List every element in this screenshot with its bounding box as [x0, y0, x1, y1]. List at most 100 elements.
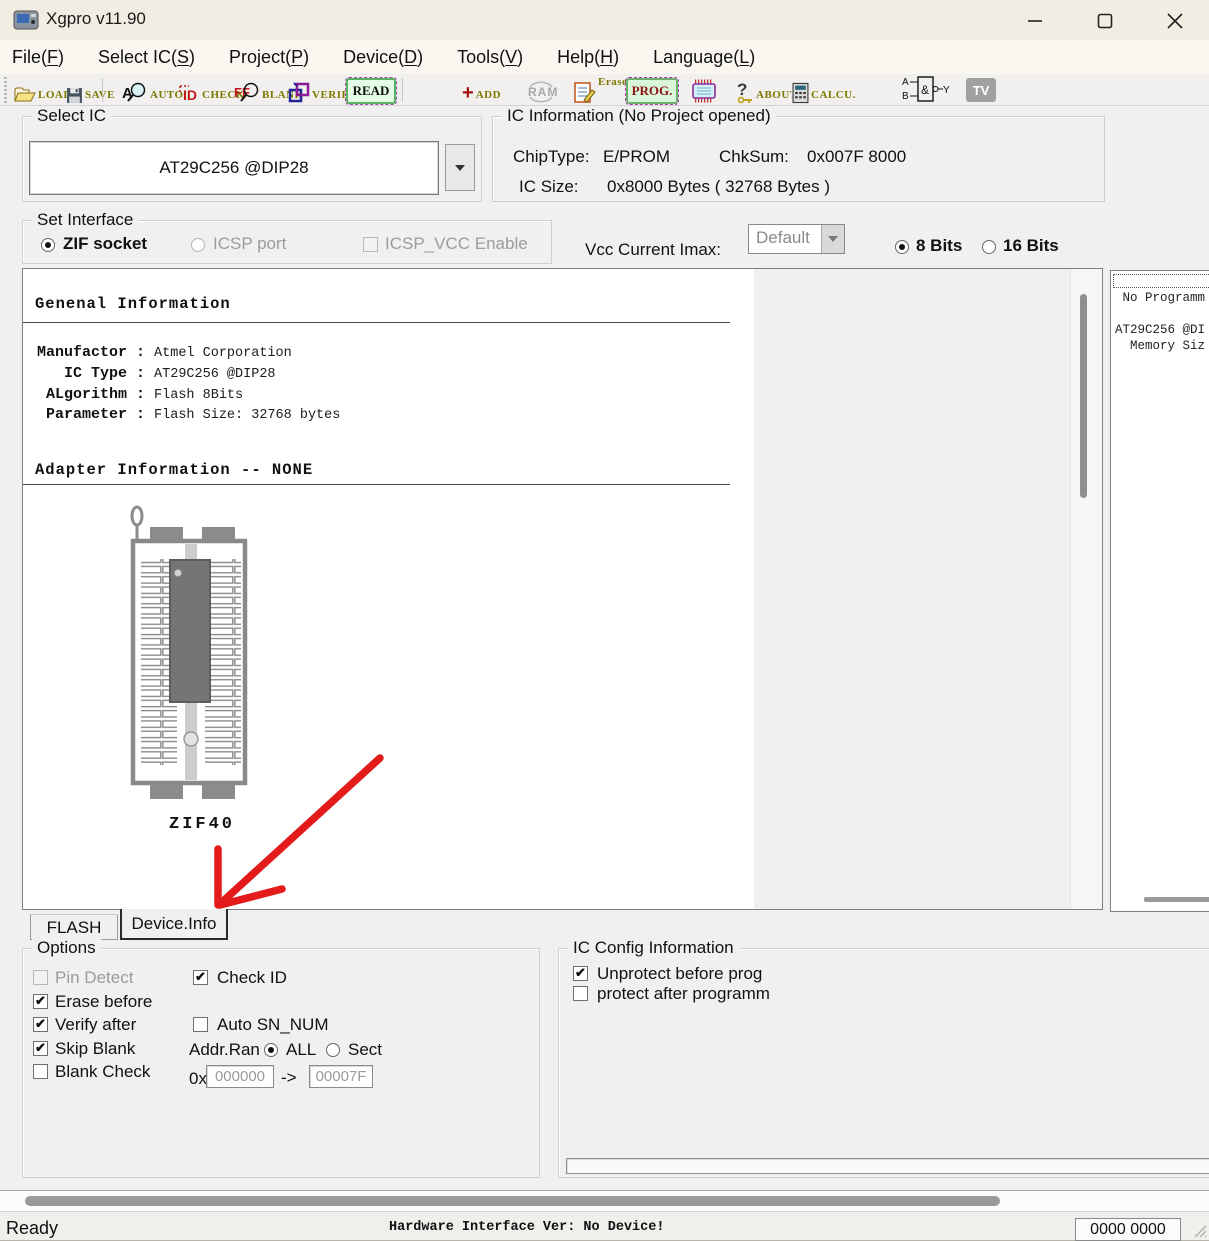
- check-id-checkbox[interactable]: [193, 970, 208, 985]
- focus-rect: [1113, 274, 1209, 288]
- about-button[interactable]: ? ABOUT: [736, 76, 798, 104]
- range-to-input[interactable]: 00007F: [309, 1065, 373, 1088]
- add-button[interactable]: + ADD: [462, 76, 501, 104]
- bits16-label: 16 Bits: [1003, 236, 1059, 256]
- unprotect-label: Unprotect before prog: [597, 964, 762, 984]
- toolbar-gripper[interactable]: [4, 77, 7, 103]
- blank-check-checkbox[interactable]: [33, 1064, 48, 1079]
- set-interface-legend: Set Interface: [32, 210, 138, 230]
- svg-text:ID: ID: [183, 87, 197, 103]
- svg-text:Y: Y: [943, 85, 950, 96]
- device-info-panel: Genenal Information Manufactor : Atmel C…: [22, 268, 1103, 910]
- auto-sn-label: Auto SN_NUM: [217, 1015, 330, 1035]
- zif40-socket-diagram: [126, 503, 254, 803]
- verify-icon: [288, 82, 310, 104]
- menu-file[interactable]: File(F): [12, 47, 64, 68]
- prog-button[interactable]: PROG.: [626, 78, 678, 104]
- vcc-imax-combobox[interactable]: Default: [748, 224, 845, 254]
- select-ic-dropdown-button[interactable]: [445, 144, 475, 191]
- verify-after-checkbox[interactable]: [33, 1017, 48, 1032]
- erase-before-checkbox[interactable]: [33, 994, 48, 1009]
- svg-text:B: B: [902, 91, 909, 102]
- menu-project[interactable]: Project(P): [229, 47, 309, 68]
- bits8-radio[interactable]: [895, 240, 909, 254]
- manufactor-row: Manufactor : Atmel Corporation: [35, 343, 292, 362]
- svg-text:&: &: [921, 83, 929, 97]
- menu-help[interactable]: Help(H): [557, 47, 619, 68]
- erase-notepad-icon: [574, 80, 596, 104]
- programmer-line: AT29C256 @DI: [1115, 323, 1205, 337]
- bits16-radio[interactable]: [982, 240, 996, 254]
- calcu-button[interactable]: CALCU.: [792, 76, 856, 104]
- ic-config-group: IC Config Information Unprotect before p…: [558, 948, 1209, 1178]
- skip-blank-checkbox[interactable]: [33, 1041, 48, 1056]
- menubar: File(F) Select IC(S) Project(P) Device(D…: [0, 40, 1209, 74]
- divider: [23, 484, 730, 485]
- horizontal-scrollbar-thumb[interactable]: [1144, 897, 1209, 902]
- xgpro-window: { "window": {"title": "Xgpro v11.90"}, "…: [0, 0, 1209, 1240]
- load-button[interactable]: LOAD: [14, 76, 72, 104]
- ic-information-group: IC Information (No Project opened) ChipT…: [492, 116, 1105, 202]
- status-hardware: Hardware Interface Ver: No Device!: [389, 1220, 664, 1235]
- maximize-button[interactable]: [1085, 8, 1125, 34]
- erase-button[interactable]: Erase: [574, 76, 627, 104]
- auto-button[interactable]: A AUTO: [122, 76, 184, 104]
- menu-select-ic[interactable]: Select IC(S): [98, 47, 195, 68]
- auto-magnifier-icon: A: [122, 82, 148, 104]
- icsp-port-radio[interactable]: [191, 238, 205, 252]
- unprotect-checkbox[interactable]: [573, 966, 588, 981]
- svg-text:RAM: RAM: [528, 85, 558, 99]
- empty-pane: [754, 269, 1102, 909]
- addr-all-radio[interactable]: [264, 1043, 278, 1057]
- floppy-icon: [66, 87, 83, 104]
- minimize-button[interactable]: [1015, 8, 1055, 34]
- main-horizontal-scrollbar[interactable]: [0, 1190, 1209, 1211]
- auto-sn-checkbox[interactable]: [193, 1017, 208, 1032]
- select-ic-combobox[interactable]: AT29C256 @DIP28: [29, 141, 439, 195]
- menu-language[interactable]: Language(L): [653, 47, 755, 68]
- logic-gate-button[interactable]: AB&Y: [902, 76, 950, 104]
- icsp-vcc-checkbox[interactable]: [363, 237, 378, 252]
- options-group: Options Pin Detect Check ID Erase before…: [22, 948, 540, 1178]
- svg-text:?: ?: [737, 80, 747, 99]
- ram-icon: RAM: [524, 80, 558, 104]
- plus-icon: +: [462, 82, 474, 104]
- tv-button[interactable]: TV: [966, 78, 996, 102]
- menu-device[interactable]: Device(D): [343, 47, 423, 68]
- toolbar-separator: [102, 78, 103, 102]
- vertical-scrollbar-thumb[interactable]: [1080, 294, 1087, 498]
- zif-socket-radio[interactable]: [41, 238, 55, 252]
- chksum-value: 0x007F 8000: [807, 147, 906, 167]
- erase-before-label: Erase before: [55, 992, 152, 1012]
- toolbar-separator: [402, 78, 403, 102]
- addr-sect-label: Sect: [348, 1040, 382, 1060]
- range-from-input[interactable]: 000000: [206, 1065, 274, 1088]
- divider: [23, 322, 730, 323]
- vcc-dropdown-button[interactable]: [821, 225, 844, 253]
- tab-flash[interactable]: FLASH: [30, 914, 118, 940]
- ram-button[interactable]: RAM: [524, 76, 558, 104]
- blank-ff-icon: FF: [234, 82, 260, 104]
- ic-size-value: 0x8000 Bytes ( 32768 Bytes ): [607, 177, 830, 197]
- status-counter: 0000 0000: [1075, 1218, 1181, 1241]
- menu-tools[interactable]: Tools(V): [457, 47, 523, 68]
- hex-prefix-label: 0x: [189, 1069, 207, 1089]
- chip-icon: [690, 78, 718, 104]
- read-button[interactable]: READ: [346, 78, 396, 104]
- vcc-imax-value: Default: [756, 228, 810, 248]
- addr-sect-radio[interactable]: [326, 1043, 340, 1057]
- close-button[interactable]: [1155, 8, 1195, 34]
- main-horizontal-scrollbar-thumb[interactable]: [25, 1196, 1000, 1206]
- resize-grip[interactable]: [1191, 1222, 1207, 1238]
- protect-checkbox[interactable]: [573, 986, 588, 1001]
- config-horizontal-scrollbar[interactable]: [566, 1158, 1209, 1174]
- addr-range-label: Addr.Ran: [189, 1040, 265, 1060]
- pin-detect-checkbox[interactable]: [33, 970, 48, 985]
- chip-test-button[interactable]: [690, 76, 718, 104]
- addr-all-label: ALL: [286, 1040, 316, 1060]
- save-button[interactable]: SAVE: [66, 76, 115, 104]
- tab-device-info[interactable]: Device.Info: [120, 909, 228, 940]
- chiptype-label: ChipType:: [513, 147, 590, 167]
- parameter-row: Parameter : Flash Size: 32768 bytes: [35, 405, 340, 424]
- icsp-vcc-label: ICSP_VCC Enable: [385, 234, 528, 254]
